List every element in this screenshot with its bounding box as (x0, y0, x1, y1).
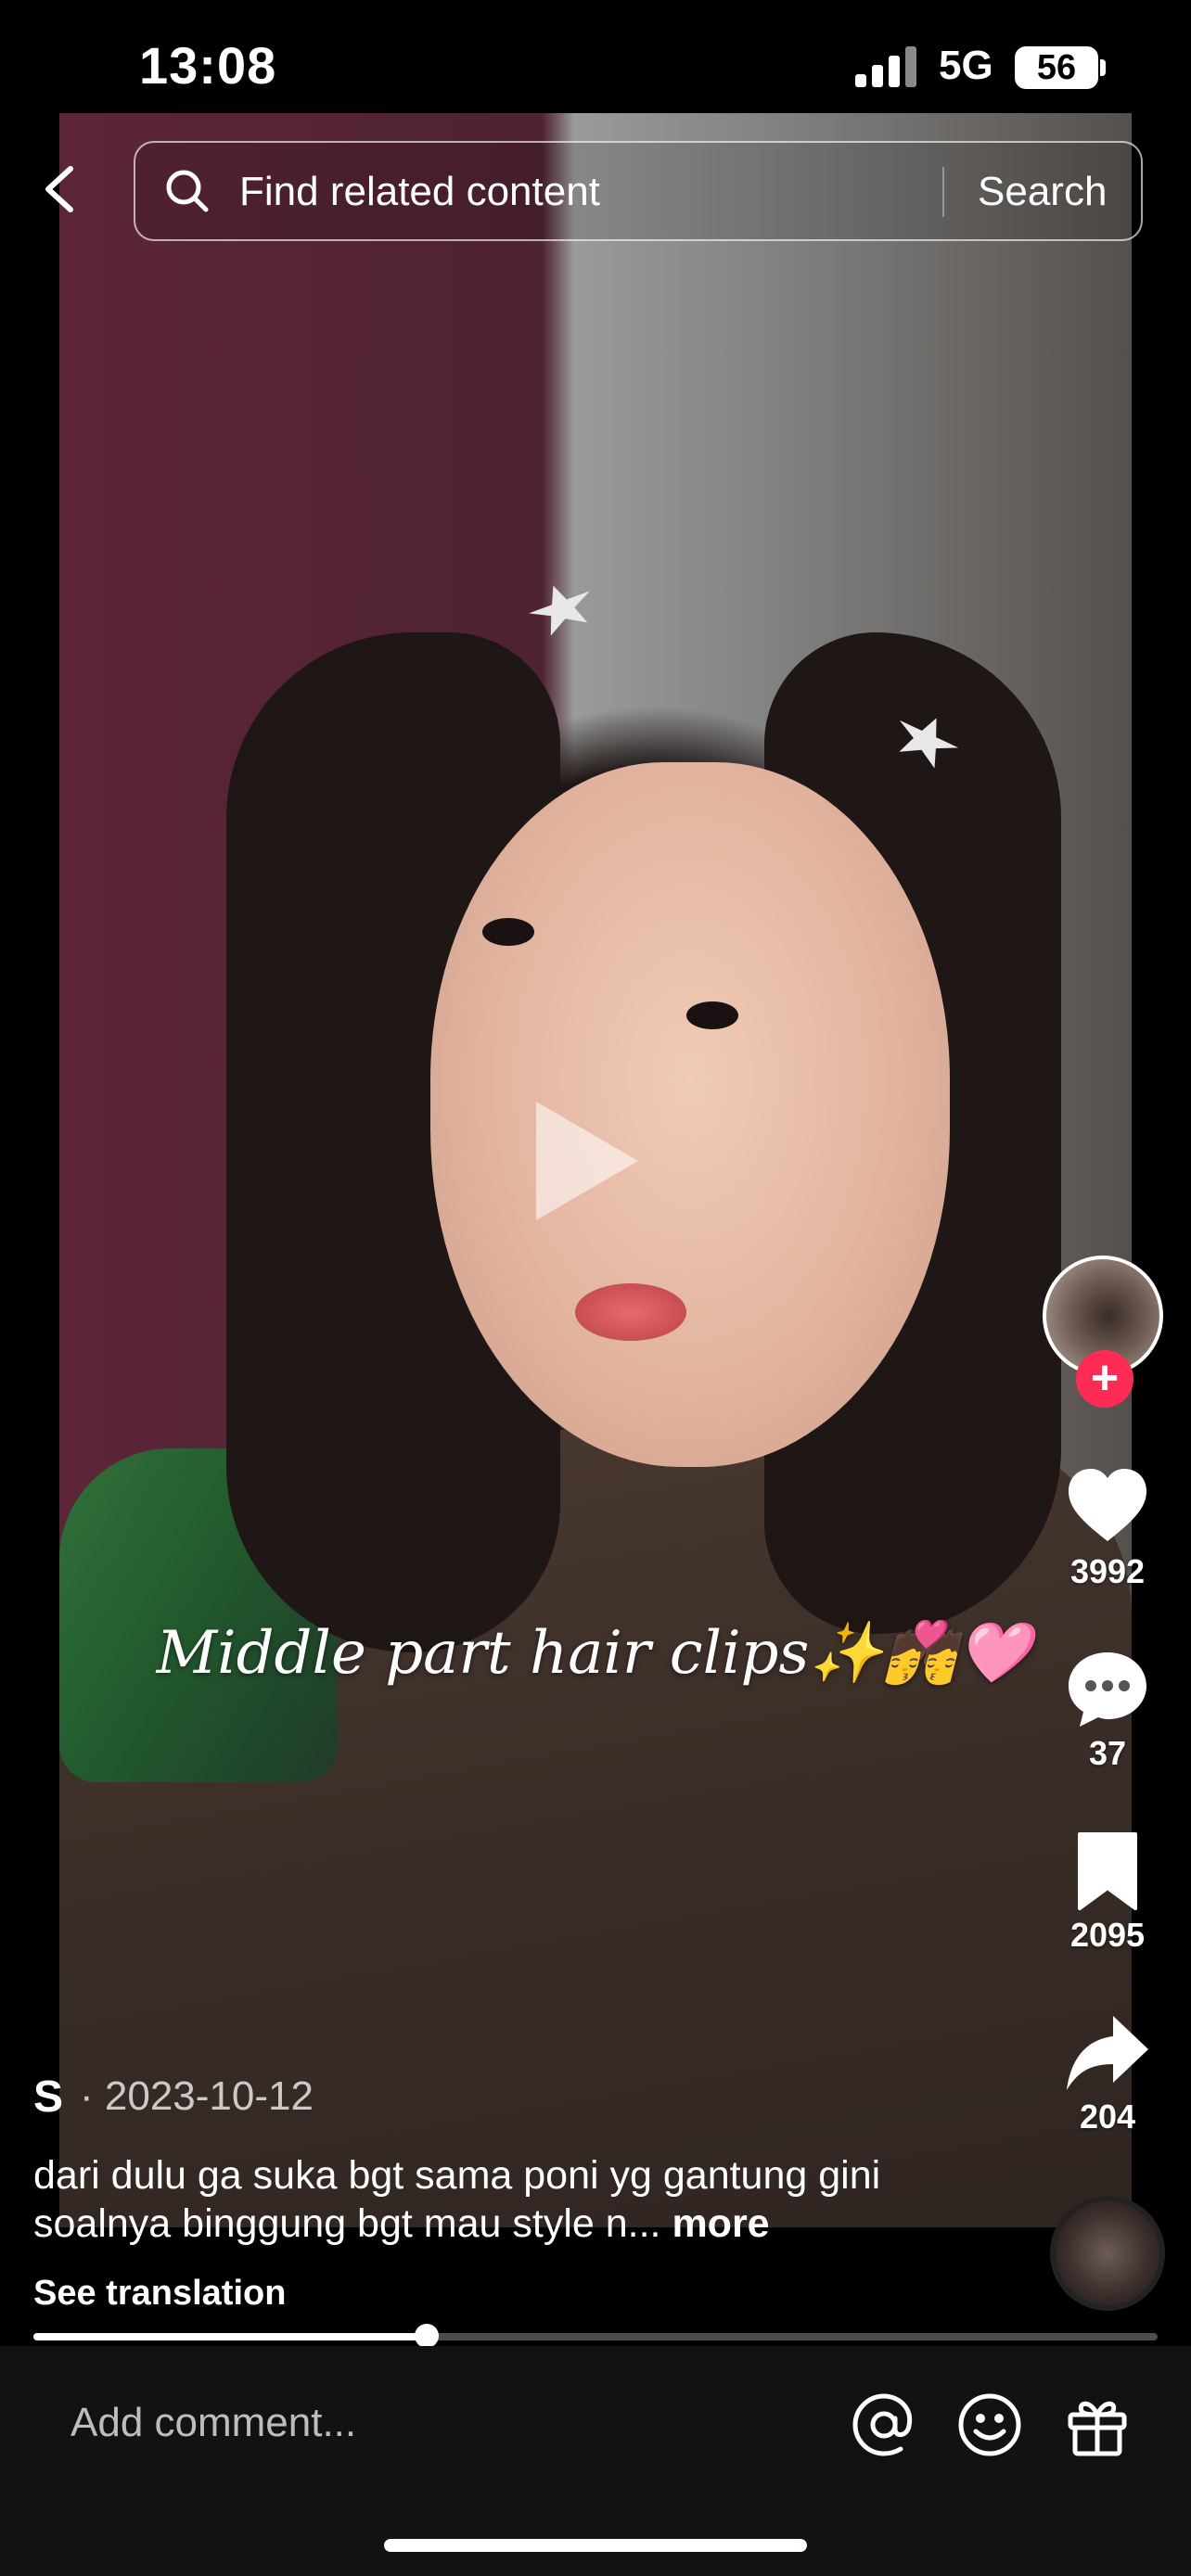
video-eye-left (482, 918, 534, 946)
like-count: 3992 (1069, 1552, 1146, 1590)
search-divider (942, 167, 944, 217)
comment-icon[interactable] (1063, 1643, 1152, 1732)
see-translation-link[interactable]: See translation (33, 2274, 286, 2314)
comment-count: 37 (1088, 1734, 1127, 1772)
network-label: 5G (939, 43, 993, 88)
post-date: · 2023-10-12 (80, 2073, 314, 2119)
bookmark-icon[interactable] (1063, 1827, 1152, 1916)
play-icon[interactable] (536, 1102, 638, 1220)
video-face (430, 762, 950, 1467)
heart-icon[interactable] (1063, 1461, 1152, 1550)
music-disc[interactable] (1050, 2196, 1165, 2311)
back-arrow-icon[interactable] (41, 165, 78, 213)
search-icon (166, 170, 209, 212)
follow-button[interactable]: + (1076, 1350, 1133, 1408)
at-icon[interactable] (850, 2391, 918, 2459)
emoji-icon[interactable] (955, 2391, 1024, 2459)
share-icon[interactable] (1063, 2007, 1152, 2096)
home-indicator[interactable] (384, 2539, 807, 2552)
video-eye-right (686, 1001, 738, 1029)
author-name[interactable]: S (33, 2072, 63, 2123)
battery-tip (1100, 59, 1106, 76)
search-bar[interactable]: Find related content Search (134, 141, 1143, 241)
status-time: 13:08 (139, 36, 277, 95)
gift-icon[interactable] (1063, 2391, 1132, 2459)
video-overlay-caption: Middle part hair clips✨💏🩷 (156, 1619, 1031, 1688)
search-button[interactable]: Search (978, 169, 1107, 215)
video-progress-handle[interactable] (415, 2324, 440, 2348)
video-hair-clip (523, 575, 600, 641)
comment-input[interactable]: Add comment... (70, 2400, 356, 2446)
search-input[interactable]: Find related content (239, 169, 600, 215)
battery-indicator: 56 (1015, 46, 1098, 89)
signal-icon (855, 46, 916, 87)
video-progress-fill (33, 2333, 428, 2340)
video-lips (575, 1283, 686, 1341)
save-count: 2095 (1069, 1916, 1146, 1954)
share-count: 204 (1079, 2098, 1136, 2136)
post-description[interactable]: dari dulu ga suka bgt sama poni yg gantu… (33, 2151, 924, 2248)
more-link[interactable]: more (672, 2201, 769, 2246)
